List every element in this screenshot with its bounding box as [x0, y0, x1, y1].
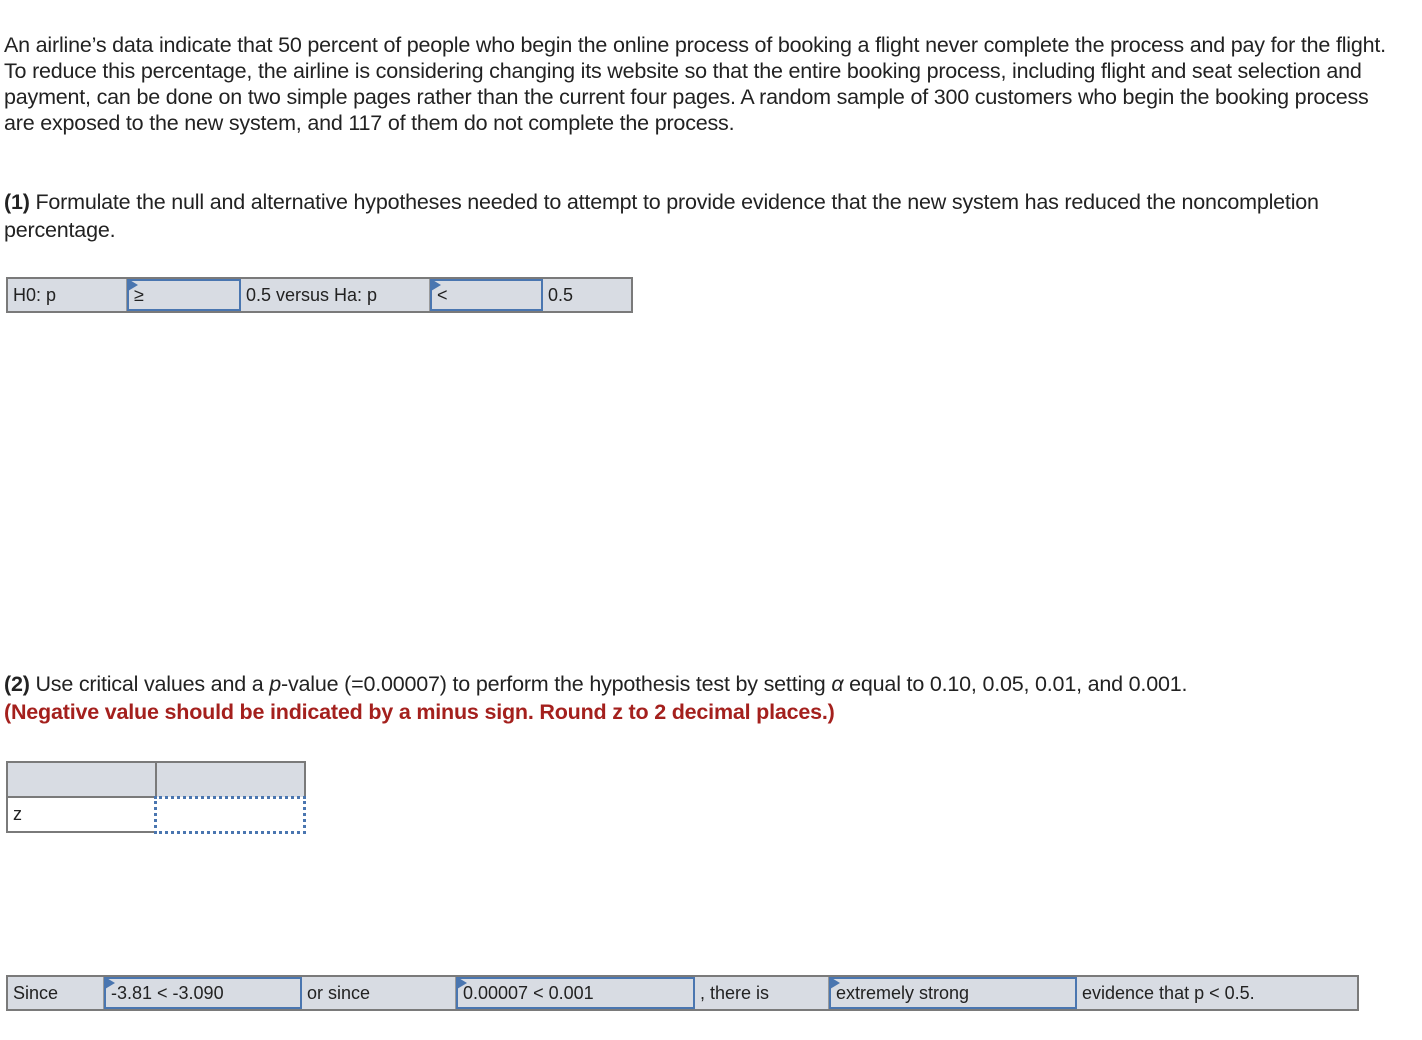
pvalue-comparison-dropdown[interactable]: 0.00007 < 0.001: [456, 977, 695, 1009]
z-table-header: [6, 761, 306, 798]
question-1-text: Formulate the null and alternative hypot…: [4, 190, 1319, 242]
question-1-number: (1): [4, 190, 30, 214]
or-since-label: or since: [302, 977, 456, 1009]
question-2-text: -value (=0.00007) to perform the hypothe…: [281, 672, 832, 696]
question-1: (1) Formulate the null and alternative h…: [4, 188, 1404, 244]
z-input-cell[interactable]: [154, 795, 307, 834]
since-label: Since: [8, 977, 104, 1009]
question-2-text: equal to 0.10, 0.05, 0.01, and 0.001.: [843, 672, 1188, 696]
critical-comparison-dropdown[interactable]: -3.81 < -3.090: [104, 977, 302, 1009]
evidence-strength-dropdown[interactable]: extremely strong: [829, 977, 1077, 1009]
z-label: z: [6, 796, 157, 833]
z-table-header-cell: [154, 761, 306, 798]
question-2: (2) Use critical values and a p-value (=…: [4, 670, 1404, 726]
z-table-row: z: [6, 795, 307, 834]
evidence-label: evidence that p < 0.5.: [1077, 977, 1357, 1009]
versus-label: 0.5 versus Ha: p: [241, 279, 430, 311]
problem-statement: An airline’s data indicate that 50 perce…: [4, 33, 1386, 135]
question-2-number: (2): [4, 672, 30, 696]
ha-operator-dropdown[interactable]: <: [430, 279, 543, 311]
question-2-text: Use critical values and a: [29, 672, 270, 696]
h0-label: H0: p: [8, 279, 127, 311]
h0-operator-dropdown[interactable]: ≥: [127, 279, 241, 311]
alpha-symbol: α: [831, 672, 844, 696]
hypotheses-row: H0: p ≥ 0.5 versus Ha: p < 0.5: [6, 277, 633, 313]
conclusion-row: Since -3.81 < -3.090 or since 0.00007 < …: [6, 975, 1359, 1011]
rounding-instruction: (Negative value should be indicated by a…: [4, 700, 835, 724]
there-is-label: , there is: [695, 977, 829, 1009]
z-table-header-cell: [6, 761, 157, 798]
p-symbol: p: [269, 672, 282, 696]
hypothesized-value: 0.5: [543, 279, 631, 311]
z-input[interactable]: [157, 797, 307, 832]
z-table: z: [6, 761, 307, 834]
